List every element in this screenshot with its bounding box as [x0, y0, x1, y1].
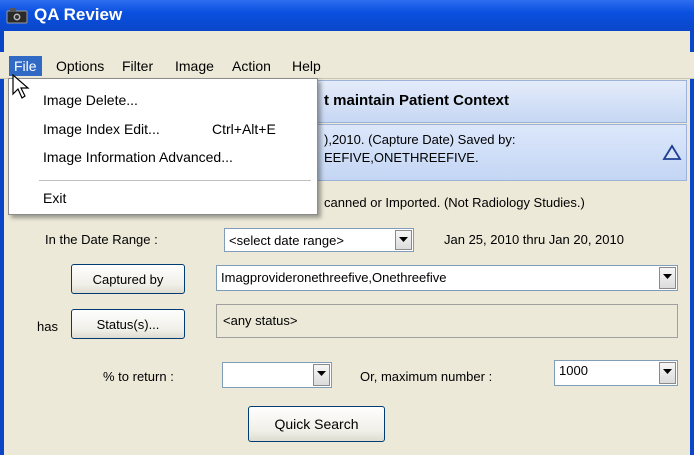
patient-context-text: t maintain Patient Context	[324, 92, 510, 109]
percent-label: % to return :	[103, 369, 174, 384]
camera-icon	[6, 6, 28, 24]
triangle-up-icon[interactable]	[662, 144, 682, 162]
date-range-select[interactable]: <select date range>	[224, 228, 414, 252]
date-range-label: In the Date Range :	[45, 232, 158, 247]
window-border-right	[690, 31, 694, 455]
menu-filter[interactable]: Filter	[117, 56, 158, 76]
menu-help[interactable]: Help	[287, 56, 326, 76]
max-number-value: 1000	[559, 363, 588, 378]
captured-by-value: Imagprovideronethreefive,Onethreefive	[221, 270, 447, 285]
chevron-down-icon[interactable]	[313, 364, 330, 386]
capture-info-line1: ),2010. (Capture Date) Saved by:	[324, 132, 516, 147]
max-number-label: Or, maximum number :	[360, 369, 493, 384]
date-range-text: Jan 25, 2010 thru Jan 20, 2010	[444, 232, 624, 247]
menu-separator	[39, 180, 311, 181]
chevron-down-icon[interactable]	[659, 267, 676, 289]
status-button[interactable]: Status(s)...	[71, 309, 185, 339]
menu-item-image-delete[interactable]: Image Delete...	[43, 92, 138, 108]
has-label: has	[37, 319, 58, 334]
captured-by-select[interactable]: Imagprovideronethreefive,Onethreefive	[216, 265, 678, 291]
menu-image[interactable]: Image	[170, 56, 219, 76]
capture-info-line2: EEFIVE,ONETHREEFIVE.	[324, 150, 479, 165]
file-menu-dropdown: Image Delete... Image Index Edit... Ctrl…	[8, 78, 318, 215]
quick-search-button[interactable]: Quick Search	[248, 406, 385, 442]
window-title: QA Review	[34, 5, 123, 24]
window-border-left	[0, 31, 4, 455]
captured-by-button[interactable]: Captured by	[71, 264, 185, 294]
mouse-cursor-icon	[12, 73, 30, 100]
menu-item-image-index-edit[interactable]: Image Index Edit...	[43, 121, 160, 137]
menu-item-image-information-advanced[interactable]: Image Information Advanced...	[43, 149, 233, 165]
max-number-select[interactable]: 1000	[554, 360, 678, 386]
menu-item-exit[interactable]: Exit	[43, 190, 66, 206]
menu-action[interactable]: Action	[227, 56, 276, 76]
chevron-down-icon[interactable]	[659, 362, 676, 384]
date-range-value: <select date range>	[229, 233, 344, 248]
menu-item-image-index-edit-shortcut: Ctrl+Alt+E	[212, 121, 276, 137]
menu-file[interactable]: File	[9, 56, 42, 76]
info-line: canned or Imported. (Not Radiology Studi…	[324, 195, 585, 210]
menu-options[interactable]: Options	[51, 56, 109, 76]
percent-select[interactable]	[222, 362, 332, 388]
status-field: <any status>	[216, 304, 678, 338]
status-value: <any status>	[223, 313, 298, 328]
chevron-down-icon[interactable]	[395, 230, 412, 250]
